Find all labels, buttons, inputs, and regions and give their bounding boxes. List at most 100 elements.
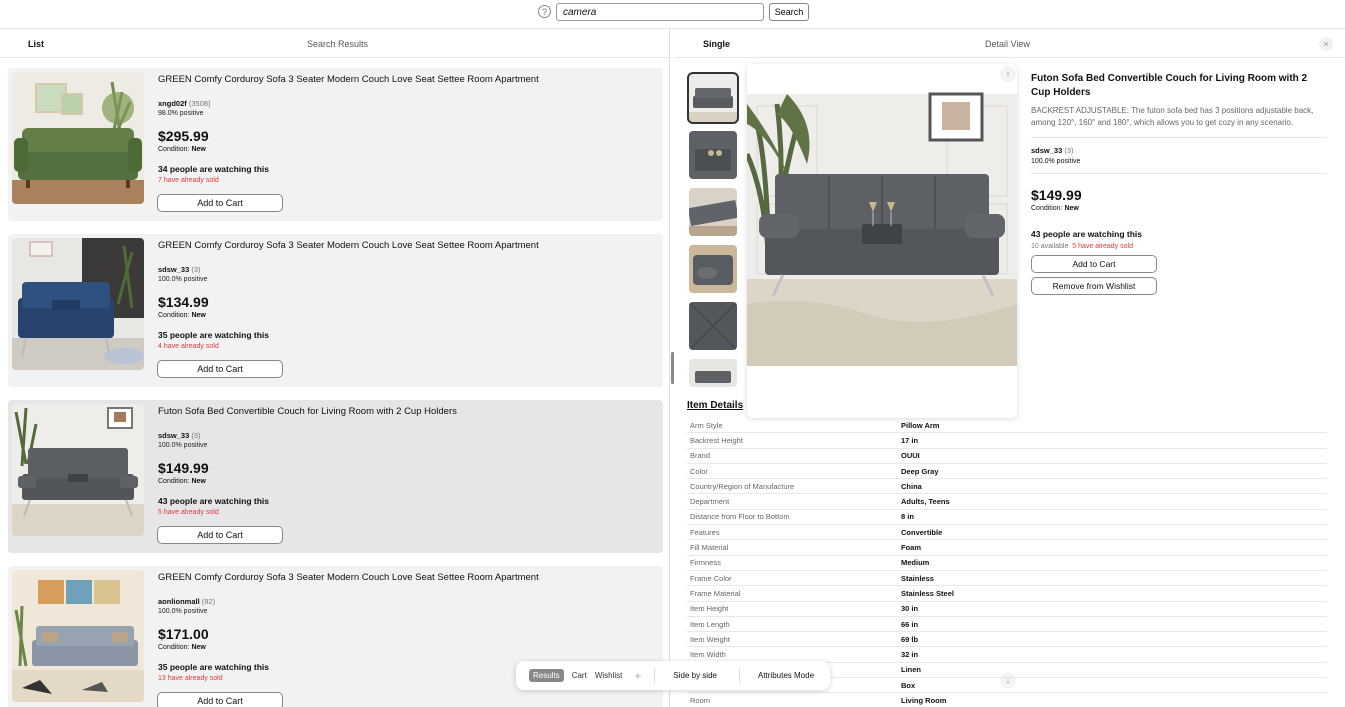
spec-row: Frame Material Stainless Steel: [687, 586, 1327, 602]
spec-key: Color: [690, 466, 708, 476]
spec-key: Item Length: [690, 619, 730, 629]
sold-count: 5 have already sold: [1072, 243, 1133, 250]
detail-condition: Condition: New: [1031, 205, 1327, 212]
add-to-cart-button[interactable]: Add to Cart: [157, 360, 283, 378]
feedback-count: (3): [1064, 146, 1074, 155]
feedback-count: (3): [191, 431, 201, 440]
spec-key: Department: [690, 497, 730, 507]
sold-count: 13 have already sold: [158, 675, 223, 682]
spec-key: Item Weight: [690, 634, 730, 644]
detail-add-to-cart-button[interactable]: Add to Cart: [1031, 255, 1157, 273]
close-icon[interactable]: ×: [1319, 37, 1333, 51]
spec-key: Item Width: [690, 650, 726, 660]
spec-row: Distance from Floor to Bottom 8 in: [687, 510, 1327, 526]
gallery-thumbnail[interactable]: [687, 72, 739, 124]
spec-value: OUUI: [901, 451, 920, 461]
feedback-count: (3508): [188, 99, 211, 108]
positive-rating: 100.0% positive: [158, 442, 208, 449]
search-button[interactable]: Search: [769, 3, 809, 21]
pane-resize-handle[interactable]: [671, 352, 674, 384]
gallery-thumbnail[interactable]: [689, 359, 737, 387]
list-mode-label: List: [28, 39, 45, 49]
spec-key: Arm Style: [690, 420, 723, 430]
gallery-thumbnail[interactable]: [689, 302, 737, 350]
result-card-selected[interactable]: Futon Sofa Bed Convertible Couch for Liv…: [8, 400, 663, 553]
watchers-count: 35 people are watching this: [158, 662, 270, 672]
spec-row: Room Living Room: [687, 693, 1327, 707]
spec-value: 32 in: [901, 650, 919, 660]
product-thumbnail[interactable]: [12, 404, 144, 536]
remove-from-wishlist-button[interactable]: Remove from Wishlist: [1031, 277, 1157, 295]
spec-value: Pillow Arm: [901, 420, 940, 430]
spec-row: Backrest Height 17 in: [687, 433, 1327, 449]
product-title[interactable]: GREEN Comfy Corduroy Sofa 3 Seater Moder…: [158, 74, 539, 85]
product-thumbnail[interactable]: [12, 238, 144, 370]
seller-id[interactable]: sdsw_33: [158, 431, 189, 440]
product-thumbnail[interactable]: [12, 72, 144, 204]
watchers-count: 34 people are watching this: [158, 164, 270, 174]
search-input[interactable]: [556, 3, 764, 21]
spec-value: Living Room: [901, 695, 947, 705]
price: $134.99: [158, 294, 209, 310]
gallery-thumbnail[interactable]: [689, 188, 737, 236]
add-tab-icon[interactable]: +: [634, 669, 641, 683]
price: $295.99: [158, 128, 209, 144]
spec-value: 8 in: [901, 512, 914, 522]
price: $171.00: [158, 626, 209, 642]
seller-id[interactable]: aonlionmall: [158, 597, 200, 606]
spec-value: 69 lb: [901, 634, 919, 644]
spec-key: Room: [690, 695, 711, 705]
gallery-thumbnail[interactable]: [689, 245, 737, 293]
seller-name: aonlionmall (82): [158, 597, 215, 606]
spec-value: 17 in: [901, 435, 919, 445]
seller-id[interactable]: sdsw_33: [158, 265, 189, 274]
add-to-cart-button[interactable]: Add to Cart: [157, 526, 283, 544]
spec-value: China: [901, 481, 922, 491]
condition: Condition: New: [158, 146, 206, 153]
spec-value: Linen: [901, 665, 921, 675]
seller-id[interactable]: sdsw_33: [1031, 146, 1062, 155]
spec-row: Features Convertible: [687, 525, 1327, 541]
product-thumbnail[interactable]: [12, 570, 144, 702]
result-card[interactable]: GREEN Comfy Corduroy Sofa 3 Seater Moder…: [8, 68, 663, 221]
seller-name: sdsw_33 (3): [158, 265, 201, 274]
spec-row: Arm Style Pillow Arm: [687, 418, 1327, 434]
results-title: Search Results: [307, 39, 369, 49]
spec-row: Frame Color Stainless: [687, 571, 1327, 587]
spec-value: Adults, Teens: [901, 497, 950, 507]
detail-product-title: Futon Sofa Bed Convertible Couch for Liv…: [1031, 73, 1308, 98]
add-to-cart-button[interactable]: Add to Cart: [157, 692, 283, 707]
sold-count: 5 have already sold: [158, 509, 219, 516]
spec-row: Brand OUUI: [687, 449, 1327, 464]
add-to-cart-button[interactable]: Add to Cart: [157, 194, 283, 212]
result-card[interactable]: GREEN Comfy Corduroy Sofa 3 Seater Moder…: [8, 234, 663, 387]
product-title[interactable]: GREEN Comfy Corduroy Sofa 3 Seater Moder…: [158, 240, 539, 251]
spec-key: Frame Material: [690, 588, 741, 598]
spec-row: Firmness Medium: [687, 556, 1327, 571]
seller-id[interactable]: xngd02f: [158, 99, 187, 108]
product-title[interactable]: GREEN Comfy Corduroy Sofa 3 Seater Moder…: [158, 572, 539, 583]
tab-wishlist[interactable]: Wishlist: [595, 671, 623, 680]
scroll-up-arrow-icon[interactable]: ↑: [1000, 66, 1016, 82]
attributes-mode-button[interactable]: Attributes Mode: [758, 671, 814, 680]
spec-row: Fill Material Foam: [687, 540, 1327, 556]
seller-name: sdsw_33 (3): [158, 431, 201, 440]
tab-cart[interactable]: Cart: [572, 671, 587, 680]
spec-row: Item Length 66 in: [687, 617, 1327, 633]
gallery-thumbnail[interactable]: [689, 131, 737, 179]
main-product-image[interactable]: [747, 64, 1017, 418]
tab-results[interactable]: Results: [529, 669, 564, 682]
positive-rating: 100.0% positive: [158, 608, 208, 615]
divider: [1031, 173, 1327, 174]
spec-value: Foam: [901, 543, 922, 553]
detail-title: Detail View: [985, 39, 1030, 49]
condition-label: Condition:: [158, 146, 190, 153]
detail-watchers-count: 43 people are watching this: [1031, 229, 1143, 239]
product-title[interactable]: Futon Sofa Bed Convertible Couch for Liv…: [158, 406, 457, 417]
help-icon[interactable]: ?: [538, 5, 551, 18]
detail-view-pane: Single Detail View × ↑ ↓ Futon Sofa Bed …: [675, 30, 1345, 707]
spec-row: Department Adults, Teens: [687, 494, 1327, 510]
side-by-side-button[interactable]: Side by side: [673, 671, 717, 680]
detail-availability: 10 available 5 have already sold: [1031, 243, 1327, 250]
price: $149.99: [158, 460, 209, 476]
